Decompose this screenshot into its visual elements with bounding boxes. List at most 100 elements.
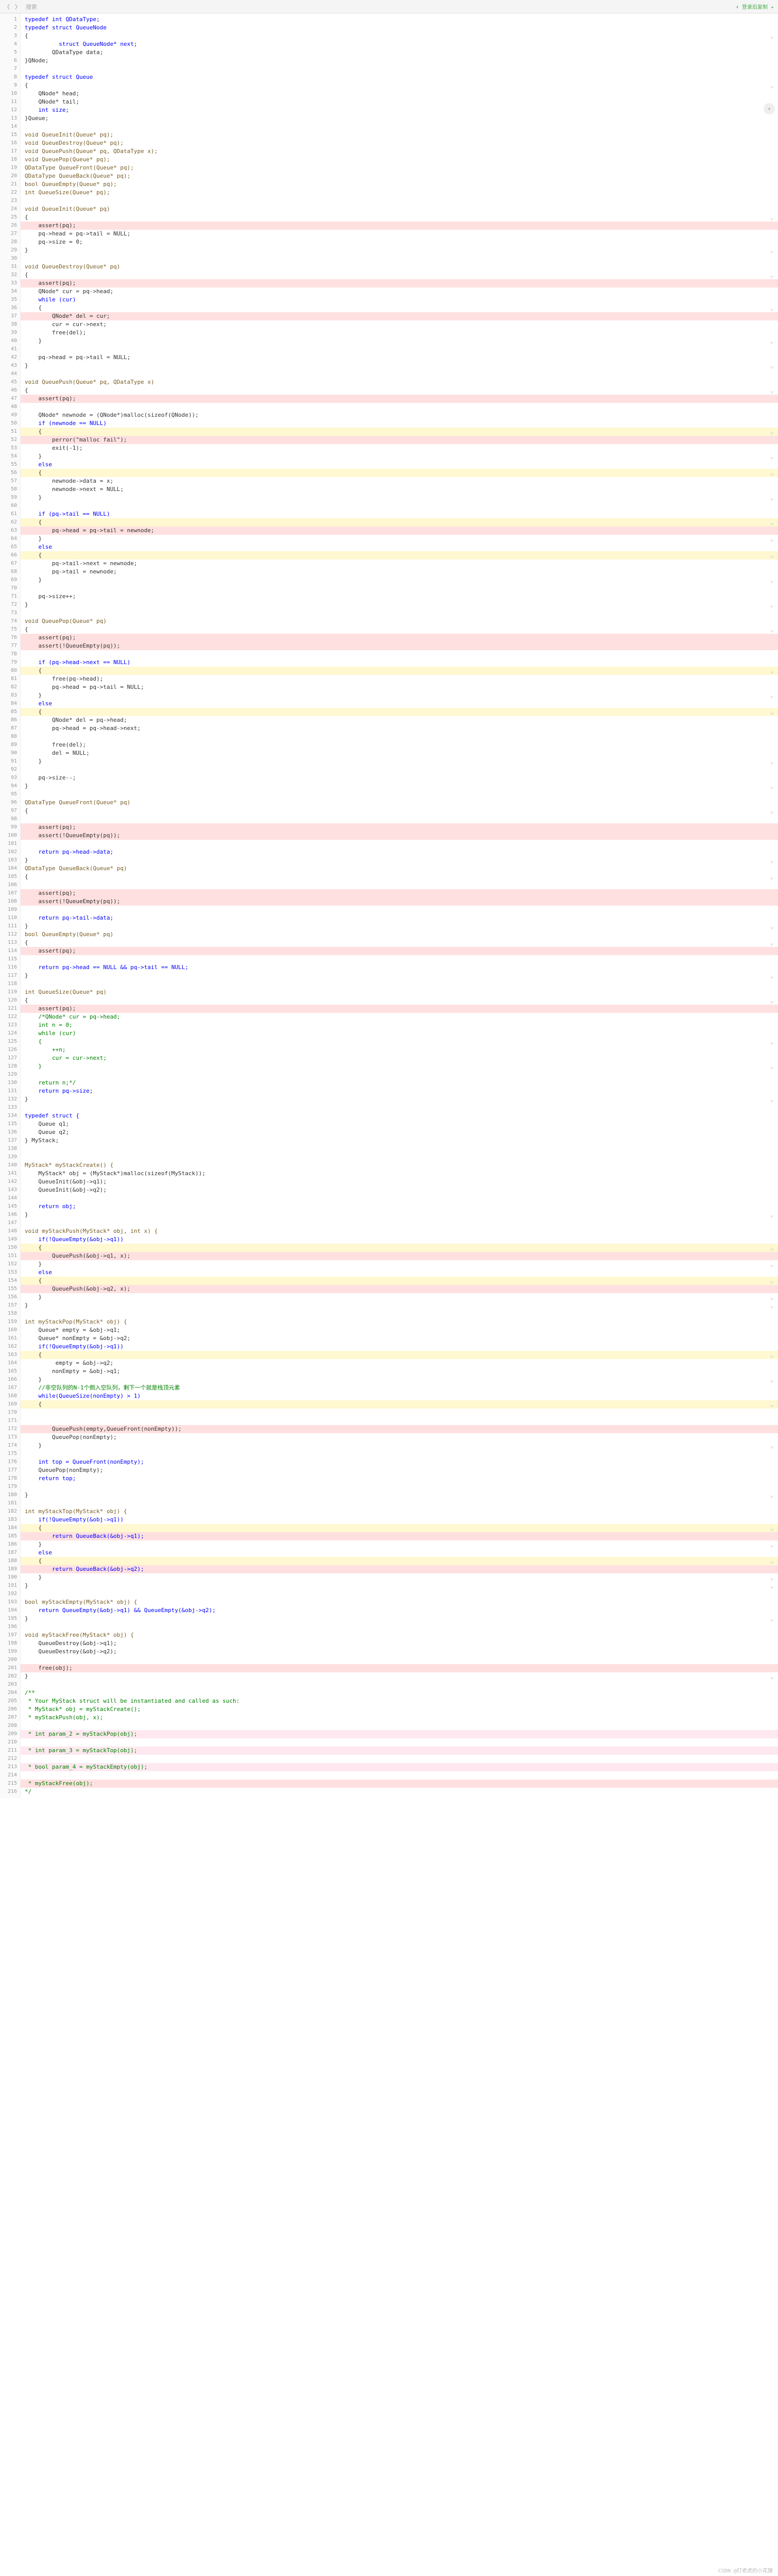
code-line[interactable]: QNode* del = pq->head; — [21, 716, 778, 724]
code-line[interactable]: }⌄ — [21, 494, 778, 502]
code-line[interactable]: {⌄ — [21, 1351, 778, 1359]
code-line[interactable]: bool QueueEmpty(Queue* pq); — [21, 180, 778, 189]
code-line[interactable]: }⌄ — [21, 1582, 778, 1590]
code-line[interactable]: /*QNode* cur = pq->head; — [21, 1013, 778, 1021]
code-line[interactable] — [21, 370, 778, 378]
back-button[interactable]: 〈 — [4, 3, 10, 11]
code-line[interactable]: QNode* tail; — [21, 98, 778, 106]
code-line[interactable]: */ — [21, 1788, 778, 1796]
code-line[interactable]: {⌄ — [21, 939, 778, 947]
code-line[interactable]: return pq->head->data; — [21, 848, 778, 856]
fold-icon[interactable]: ⌄ — [770, 32, 774, 40]
code-line[interactable]: assert(pq); — [21, 395, 778, 403]
fold-icon[interactable]: ⌄ — [770, 1491, 774, 1499]
code-line[interactable]: QueuePush(empty,QueueFront(nonEmpty)); — [21, 1425, 778, 1433]
fold-icon[interactable]: ⌄ — [770, 304, 774, 312]
code-line[interactable]: Queue* nonEmpty = &obj->q2; — [21, 1334, 778, 1343]
fold-icon[interactable]: ⌄ — [770, 213, 774, 222]
code-line[interactable] — [21, 650, 778, 658]
code-line[interactable] — [21, 1071, 778, 1079]
code-line[interactable]: {⌄ — [21, 996, 778, 1005]
fold-icon[interactable]: ⌄ — [770, 428, 774, 436]
code-line[interactable] — [21, 584, 778, 592]
fold-icon[interactable]: ⌄ — [770, 452, 774, 461]
code-line[interactable]: * myStackPush(obj, x); — [21, 1714, 778, 1722]
fold-icon[interactable]: ⌄ — [770, 1672, 774, 1681]
code-line[interactable]: }⌄ — [21, 1615, 778, 1623]
fold-icon[interactable]: ⌄ — [770, 518, 774, 527]
code-line[interactable]: free(del); — [21, 329, 778, 337]
code-line[interactable]: pq->tail->next = newnode; — [21, 560, 778, 568]
code-line[interactable]: QDataType QueueBack(Queue* pq) — [21, 865, 778, 873]
fold-icon[interactable]: ⌄ — [770, 1582, 774, 1590]
fold-icon[interactable]: ⌄ — [770, 1557, 774, 1565]
code-line[interactable]: int top = QueueFront(nonEmpty); — [21, 1458, 778, 1466]
code-line[interactable]: return n;*/ — [21, 1079, 778, 1087]
fold-icon[interactable]: ⌄ — [770, 1095, 774, 1104]
code-line[interactable]: {⌄ — [21, 1038, 778, 1046]
fold-icon[interactable]: ⌄ — [770, 535, 774, 543]
code-line[interactable]: typedef struct Queue — [21, 73, 778, 81]
code-line[interactable] — [21, 1738, 778, 1747]
code-line[interactable] — [21, 1681, 778, 1689]
code-line[interactable]: }⌄ — [21, 1301, 778, 1310]
code-line[interactable]: assert(pq); — [21, 889, 778, 897]
code-line[interactable]: }⌄ — [21, 1062, 778, 1071]
code-line[interactable]: {⌄ — [21, 1524, 778, 1532]
code-line[interactable]: QueuePush(&obj->q1, x); — [21, 1252, 778, 1260]
code-line[interactable]: {⌄ — [21, 1277, 778, 1285]
fold-icon[interactable]: ⌄ — [770, 1376, 774, 1384]
code-line[interactable]: }⌄ — [21, 1095, 778, 1104]
code-line[interactable] — [21, 955, 778, 963]
code-line[interactable]: return top; — [21, 1475, 778, 1483]
code-line[interactable]: nonEmpty = &obj->q1; — [21, 1367, 778, 1376]
code-line[interactable]: pq->head = pq->tail = newnode; — [21, 527, 778, 535]
code-line[interactable]: }⌄ — [21, 972, 778, 980]
ai-badge-icon[interactable]: ✦ — [764, 103, 775, 114]
code-line[interactable]: }QNode; — [21, 57, 778, 65]
code-line[interactable]: typedef int QDataType; — [21, 15, 778, 24]
code-line[interactable]: * int param_2 = myStackPop(obj); — [21, 1730, 778, 1738]
fold-icon[interactable]: ⌄ — [770, 246, 774, 255]
code-line[interactable]: {⌄ — [21, 304, 778, 312]
code-line[interactable] — [21, 609, 778, 617]
code-line[interactable]: {⌄ — [21, 518, 778, 527]
code-line[interactable]: }⌄ — [21, 1573, 778, 1582]
code-line[interactable]: } MyStack; — [21, 1137, 778, 1145]
code-line[interactable]: void QueuePop(Queue* pq) — [21, 617, 778, 625]
fold-icon[interactable]: ⌄ — [770, 601, 774, 609]
code-line[interactable]: if(!QueueEmpty(&obj->q1)) — [21, 1516, 778, 1524]
fold-icon[interactable]: ⌄ — [770, 1062, 774, 1071]
code-line[interactable]: int myStackTop(MyStack* obj) { — [21, 1507, 778, 1516]
fold-icon[interactable]: ⌄ — [770, 494, 774, 502]
code-line[interactable]: }⌄ — [21, 535, 778, 543]
code-line[interactable]: return pq->head == NULL && pq->tail == N… — [21, 963, 778, 972]
code-line[interactable]: int QueueSize(Queue* pq); — [21, 189, 778, 197]
code-line[interactable]: void QueueDestroy(Queue* pq); — [21, 139, 778, 147]
code-line[interactable]: struct QueueNode* next; — [21, 40, 778, 48]
code-line[interactable]: void QueueDestroy(Queue* pq) — [21, 263, 778, 271]
fold-icon[interactable]: ⌄ — [770, 469, 774, 477]
code-line[interactable] — [21, 502, 778, 510]
code-line[interactable] — [21, 840, 778, 848]
code-line[interactable]: }⌄ — [21, 1260, 778, 1268]
code-line[interactable]: * int param_3 = myStackTop(obj); — [21, 1747, 778, 1755]
code-line[interactable]: {⌄ — [21, 625, 778, 634]
code-line[interactable]: if(!QueueEmpty(&obj->q1)) — [21, 1343, 778, 1351]
code-line[interactable]: typedef struct QueueNode — [21, 24, 778, 32]
code-line[interactable]: newnode->next = NULL; — [21, 485, 778, 494]
code-line[interactable]: }⌄ — [21, 1211, 778, 1219]
code-line[interactable] — [21, 1194, 778, 1202]
code-line[interactable]: void myStackFree(MyStack* obj) { — [21, 1631, 778, 1639]
code-line[interactable]: pq->size++; — [21, 592, 778, 601]
fold-icon[interactable]: ⌄ — [770, 691, 774, 700]
fold-icon[interactable]: ⌄ — [770, 1260, 774, 1268]
code-line[interactable]: return pq->size; — [21, 1087, 778, 1095]
code-line[interactable]: while(QueueSize(nonEmpty) > 1) — [21, 1392, 778, 1400]
fold-icon[interactable]: ⌄ — [770, 667, 774, 675]
code-line[interactable]: Queue* empty = &obj->q1; — [21, 1326, 778, 1334]
code-line[interactable] — [21, 790, 778, 799]
code-line[interactable]: while (cur) — [21, 296, 778, 304]
code-line[interactable] — [21, 123, 778, 131]
code-line[interactable]: }⌄ — [21, 922, 778, 930]
